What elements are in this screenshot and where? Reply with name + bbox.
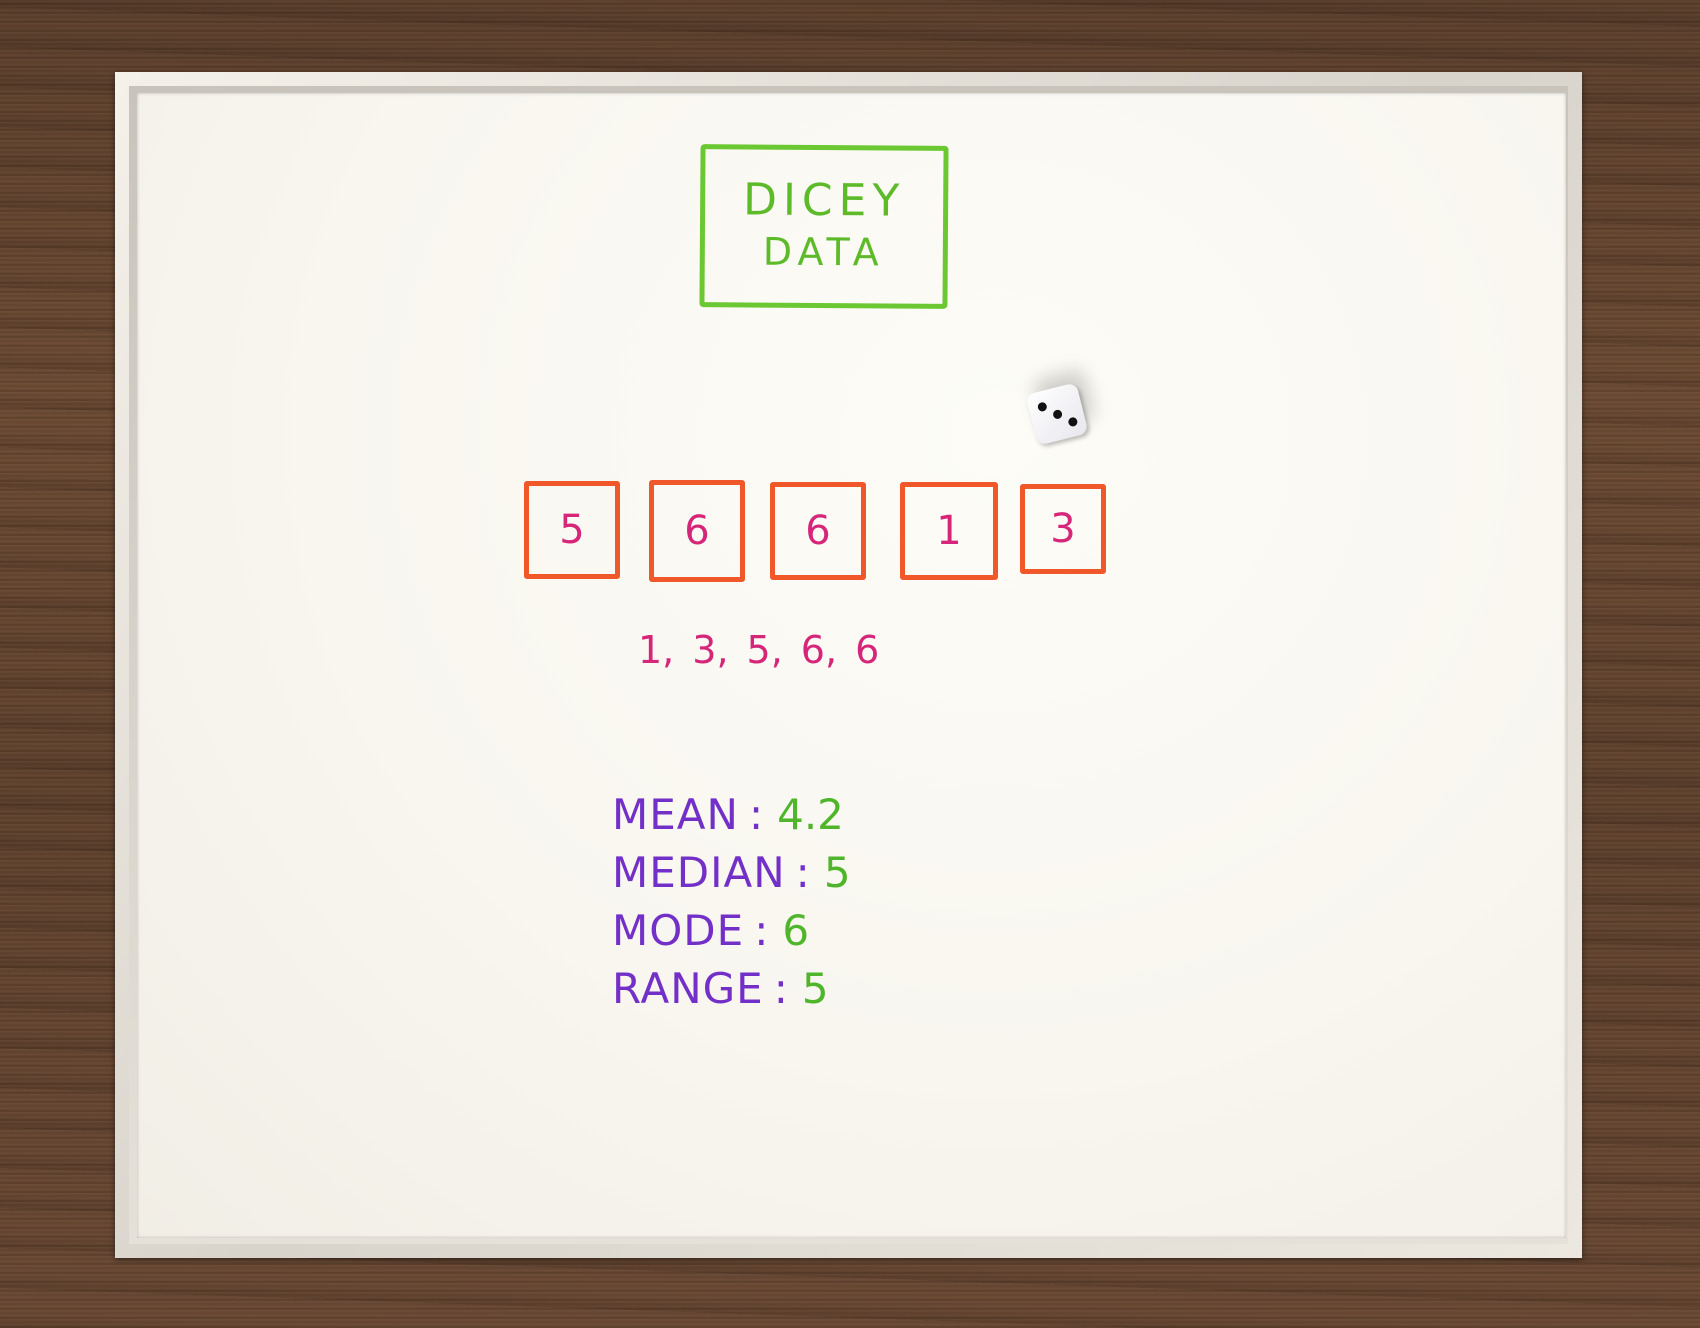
stat-label: RANGE: [612, 964, 764, 1013]
sorted-value: 5,: [746, 628, 783, 672]
stat-colon: :: [795, 848, 810, 897]
stat-value: 4.2: [777, 790, 844, 839]
statistics-list: MEAN : 4.2 MEDIAN : 5 MODE : 6 RANGE : 5: [612, 790, 851, 1022]
stat-label: MEAN: [612, 790, 739, 839]
stat-colon: :: [754, 906, 769, 955]
sorted-value: 6,: [800, 628, 838, 672]
stat-label: MODE: [612, 906, 745, 955]
sorted-values: 1, 3, 5, 6, 6: [638, 628, 879, 672]
die-pip: [1052, 408, 1064, 420]
sorted-value: 1,: [638, 628, 675, 672]
roll-box: 1: [900, 482, 998, 580]
roll-box: 5: [524, 481, 620, 579]
stat-mode: MODE : 6: [612, 906, 851, 964]
roll-value: 1: [936, 508, 962, 554]
roll-box: 6: [649, 480, 745, 582]
roll-value: 6: [805, 508, 831, 554]
stat-range: RANGE : 5: [612, 964, 851, 1022]
stat-value: 5: [801, 964, 829, 1013]
title-box: DICEY DATA: [699, 144, 949, 309]
stat-median: MEDIAN : 5: [612, 848, 851, 906]
stat-mean: MEAN : 4.2: [612, 790, 851, 848]
title-line-1: DICEY: [742, 174, 906, 227]
roll-value: 6: [684, 508, 710, 554]
stat-colon: :: [748, 790, 764, 839]
die-pip: [1036, 401, 1048, 413]
sorted-value: 6: [855, 628, 880, 672]
stat-colon: :: [773, 964, 788, 1013]
stat-value: 5: [823, 848, 851, 897]
title-line-2: DATA: [762, 229, 885, 275]
sorted-value: 3,: [692, 628, 729, 672]
stat-value: 6: [782, 906, 810, 955]
roll-box: 3: [1020, 484, 1106, 574]
die-pip: [1067, 416, 1079, 428]
roll-value: 5: [559, 507, 585, 553]
roll-value: 3: [1050, 506, 1076, 552]
roll-box: 6: [770, 482, 866, 580]
stat-label: MEDIAN: [612, 848, 786, 897]
